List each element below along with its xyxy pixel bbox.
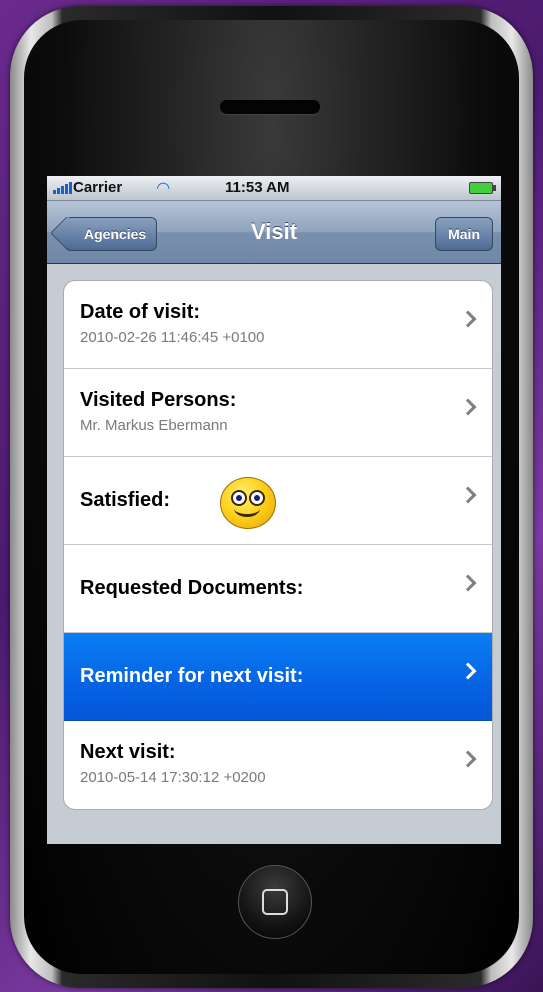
- chevron-right-icon: [459, 662, 477, 680]
- cell-visited-persons[interactable]: Visited Persons: Mr. Markus Ebermann: [64, 369, 492, 457]
- cell-title: Requested Documents:: [80, 577, 304, 599]
- status-bar: Carrier ◠ 11:53 AM: [47, 176, 501, 201]
- wifi-icon: ◠: [157, 180, 170, 197]
- cell-subtitle: 2010-05-14 17:30:12 +0200: [80, 769, 266, 786]
- status-time: 11:53 AM: [225, 179, 290, 196]
- cell-satisfied[interactable]: Satisfied:: [64, 457, 492, 545]
- cell-subtitle: 2010-02-26 11:46:45 +0100: [80, 329, 265, 346]
- battery-icon: [469, 182, 496, 194]
- visit-details-table: Date of visit: 2010-02-26 11:46:45 +0100…: [63, 280, 493, 810]
- carrier-label: Carrier: [73, 179, 123, 196]
- cell-title: Visited Persons:: [80, 389, 237, 411]
- cell-title: Reminder for next visit:: [80, 665, 304, 687]
- home-square-icon: [262, 889, 288, 915]
- signal-icon: [53, 182, 72, 194]
- page-title: Visit: [250, 219, 298, 244]
- chevron-right-icon: [459, 310, 477, 328]
- screen: Carrier ◠ 11:53 AM Agencies Visit Main D…: [47, 176, 501, 844]
- chevron-right-icon: [459, 750, 477, 768]
- cell-title: Next visit:: [80, 741, 176, 763]
- cell-subtitle: Mr. Markus Ebermann: [80, 417, 228, 434]
- cell-reminder-next-visit[interactable]: Reminder for next visit:: [64, 633, 492, 721]
- chevron-right-icon: [459, 574, 477, 592]
- chevron-right-icon: [459, 398, 477, 416]
- cell-requested-documents[interactable]: Requested Documents:: [64, 545, 492, 633]
- cell-title: Satisfied:: [80, 489, 171, 511]
- cell-date-of-visit[interactable]: Date of visit: 2010-02-26 11:46:45 +0100: [64, 281, 492, 369]
- chevron-right-icon: [459, 486, 477, 504]
- home-button[interactable]: [238, 865, 312, 939]
- navigation-bar: Agencies Visit Main: [47, 201, 501, 264]
- main-button[interactable]: Main: [435, 217, 493, 251]
- cell-title: Date of visit:: [80, 301, 201, 323]
- smiley-icon: [220, 477, 276, 529]
- cell-next-visit[interactable]: Next visit: 2010-05-14 17:30:12 +0200: [64, 721, 492, 809]
- earpiece-speaker: [220, 100, 320, 114]
